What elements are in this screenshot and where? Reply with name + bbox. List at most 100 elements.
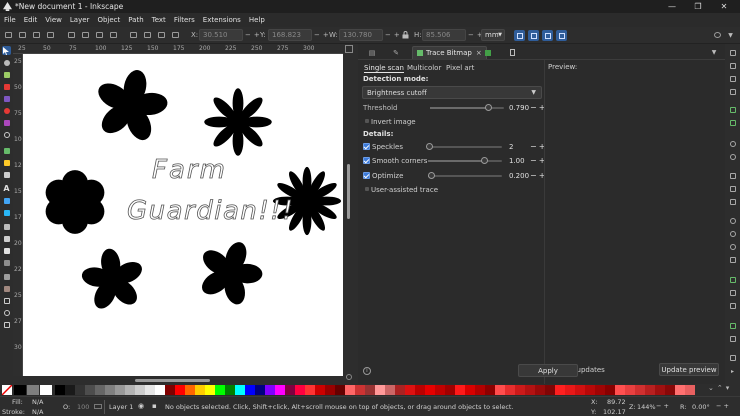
maximize-button[interactable]: ❐: [686, 0, 710, 13]
color-swatch[interactable]: [485, 385, 495, 395]
menu-object[interactable]: Object: [93, 16, 124, 24]
threshold-value[interactable]: 0.790: [509, 104, 529, 112]
color-swatch[interactable]: [235, 385, 245, 395]
measure-tool[interactable]: [2, 284, 11, 293]
ungroup-button[interactable]: [728, 335, 737, 343]
rotation-stepper[interactable]: −+: [716, 402, 731, 410]
color-swatch[interactable]: [495, 385, 505, 395]
color-swatch[interactable]: [205, 385, 215, 395]
color-swatch[interactable]: [75, 385, 85, 395]
color-swatch[interactable]: [635, 385, 645, 395]
save-button[interactable]: [728, 75, 737, 83]
more-commands-button[interactable]: ▸: [728, 367, 737, 375]
raise-top-button[interactable]: [128, 30, 139, 40]
zoom-stepper[interactable]: −+: [656, 402, 671, 410]
x-field[interactable]: 30.510: [199, 29, 243, 41]
tab-document[interactable]: [506, 46, 518, 59]
color-swatch[interactable]: [215, 385, 225, 395]
paste-button[interactable]: [728, 198, 737, 206]
color-swatch[interactable]: [465, 385, 475, 395]
lower-bottom-button[interactable]: [170, 30, 181, 40]
color-swatch[interactable]: [285, 385, 295, 395]
color-swatch[interactable]: [575, 385, 585, 395]
subtab-multicolor[interactable]: Multicolor: [407, 63, 441, 73]
color-swatch[interactable]: [415, 385, 425, 395]
smooth-corners-knob[interactable]: [480, 157, 488, 164]
color-swatch[interactable]: [295, 385, 305, 395]
color-swatch[interactable]: [555, 385, 565, 395]
color-swatch[interactable]: [245, 385, 255, 395]
menu-filters[interactable]: Filters: [170, 16, 199, 24]
color-swatch[interactable]: [95, 385, 105, 395]
tab-layers[interactable]: ▤: [366, 46, 378, 59]
color-swatch[interactable]: [185, 385, 195, 395]
lower-button[interactable]: [156, 30, 167, 40]
color-swatch[interactable]: [405, 385, 415, 395]
color-swatch[interactable]: [455, 385, 465, 395]
pen-tool[interactable]: [2, 158, 11, 167]
color-swatch[interactable]: [275, 385, 285, 395]
color-swatch[interactable]: [345, 385, 355, 395]
color-swatch[interactable]: [665, 385, 675, 395]
color-swatch[interactable]: [475, 385, 485, 395]
gray-swatch[interactable]: [27, 385, 39, 395]
lpe-tool[interactable]: [2, 296, 11, 305]
flower-shape[interactable]: [76, 244, 150, 316]
drawing-canvas[interactable]: Farm Guardian!!!: [23, 54, 343, 376]
text-tool[interactable]: A: [2, 184, 11, 193]
connector-tool[interactable]: [2, 272, 11, 281]
horizontal-scroll-thumb[interactable]: [135, 379, 210, 382]
group-button[interactable]: [728, 322, 737, 330]
zoom-drawing-button[interactable]: [728, 230, 737, 238]
menu-edit[interactable]: Edit: [20, 16, 42, 24]
horizontal-scrollbar[interactable]: [23, 376, 343, 384]
pages-tool[interactable]: [2, 320, 11, 329]
snap-toggle-button[interactable]: [712, 30, 723, 40]
minus-icon[interactable]: −: [530, 171, 539, 180]
flip-horizontal-button[interactable]: [94, 30, 105, 40]
duplicate-button[interactable]: [728, 276, 737, 284]
dock-toggle-icon[interactable]: [345, 45, 353, 53]
rect-tool[interactable]: [2, 82, 11, 91]
color-swatch[interactable]: [135, 385, 145, 395]
minus-icon[interactable]: −: [530, 103, 539, 112]
undo-button[interactable]: [728, 140, 737, 148]
color-swatch[interactable]: [445, 385, 455, 395]
detection-mode-select[interactable]: Brightness cutoff ▼: [362, 86, 542, 99]
select-all-button[interactable]: [3, 30, 14, 40]
menu-text[interactable]: Text: [148, 16, 170, 24]
optimize-knob[interactable]: [427, 172, 435, 179]
zoom-selection-button[interactable]: [728, 217, 737, 225]
zoom-page-button[interactable]: [728, 243, 737, 251]
tab-export[interactable]: [482, 46, 494, 59]
raise-button[interactable]: [142, 30, 153, 40]
node-tool[interactable]: [2, 58, 11, 67]
minus-icon[interactable]: −: [530, 156, 539, 165]
color-swatch[interactable]: [115, 385, 125, 395]
fill-value[interactable]: N/A: [32, 398, 44, 406]
subtab-pixel-art[interactable]: Pixel art: [446, 63, 474, 73]
scale-stroke-button[interactable]: [514, 30, 525, 41]
paint-bucket-tool[interactable]: [2, 234, 11, 243]
color-swatch[interactable]: [395, 385, 405, 395]
color-swatch[interactable]: [565, 385, 575, 395]
tab-fill-stroke[interactable]: ✎: [390, 46, 402, 59]
smooth-corners-value[interactable]: 1.00: [509, 157, 525, 165]
color-swatch[interactable]: [655, 385, 665, 395]
selector-tool[interactable]: [2, 46, 11, 55]
calligraphy-tool[interactable]: [2, 170, 11, 179]
lock-icon[interactable]: ▪: [152, 402, 157, 410]
menu-view[interactable]: View: [41, 16, 66, 24]
ellipse-tool[interactable]: [2, 106, 11, 115]
y-field[interactable]: 168.823: [268, 29, 312, 41]
opacity-stepper[interactable]: [94, 404, 102, 409]
export-button[interactable]: [728, 119, 737, 127]
optimize-checkbox[interactable]: [363, 172, 370, 179]
opacity-field[interactable]: 100: [77, 403, 89, 411]
close-button[interactable]: ✕: [712, 0, 736, 13]
color-swatch[interactable]: [195, 385, 205, 395]
color-swatch[interactable]: [155, 385, 165, 395]
black-swatch[interactable]: [14, 385, 26, 395]
current-layer[interactable]: Layer 1: [109, 403, 133, 411]
color-swatch[interactable]: [125, 385, 135, 395]
